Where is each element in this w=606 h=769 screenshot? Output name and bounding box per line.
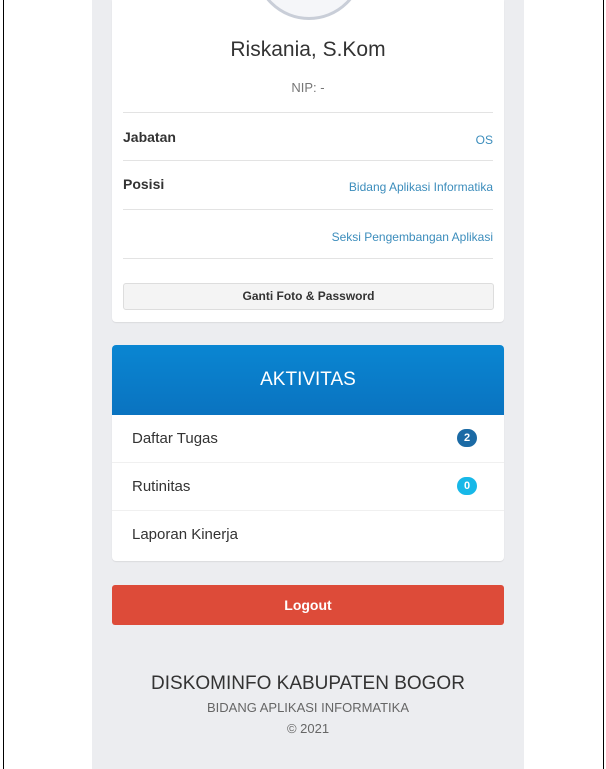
count-badge: 2 — [457, 429, 477, 447]
footer-department: BIDANG APLIKASI INFORMATIKA — [206, 700, 410, 715]
profile-card: Riskania, S.Kom NIP: - Jabatan OS Posisi… — [112, 0, 504, 322]
jabatan-label: Jabatan — [123, 129, 176, 145]
profile-nip: NIP: - — [291, 80, 325, 95]
footer-organization: DISKOMINFO KABUPATEN BOGOR — [151, 673, 465, 694]
activity-item-label: Rutinitas — [132, 478, 191, 495]
frame-border-right — [603, 0, 604, 769]
activity-item-label: Laporan Kinerja — [132, 526, 238, 543]
activity-item-laporan-kinerja[interactable]: Laporan Kinerja — [112, 511, 504, 559]
jabatan-value[interactable]: OS — [476, 133, 493, 147]
posisi-label: Posisi — [123, 176, 165, 192]
posisi-value[interactable]: Bidang Aplikasi Informatika — [349, 180, 493, 194]
frame-border-left — [3, 0, 4, 769]
activity-item-label: Daftar Tugas — [132, 430, 218, 447]
profile-name: Riskania, S.Kom — [230, 38, 386, 61]
change-photo-password-button[interactable]: Ganti Foto & Password — [123, 283, 494, 310]
activity-item-daftar-tugas[interactable]: Daftar Tugas 2 — [112, 415, 504, 463]
activity-header: AKTIVITAS — [112, 345, 504, 415]
divider — [123, 258, 493, 259]
count-badge: 0 — [457, 477, 477, 495]
avatar — [254, 0, 364, 20]
divider — [123, 160, 493, 161]
divider — [123, 209, 493, 210]
activity-item-rutinitas[interactable]: Rutinitas 0 — [112, 463, 504, 511]
logout-button[interactable]: Logout — [112, 585, 504, 625]
footer-copyright: © 2021 — [286, 721, 330, 736]
seksi-value[interactable]: Seksi Pengembangan Aplikasi — [332, 230, 493, 244]
activity-card: AKTIVITAS Daftar Tugas 2 Rutinitas 0 Lap… — [112, 345, 504, 561]
divider — [123, 112, 493, 113]
